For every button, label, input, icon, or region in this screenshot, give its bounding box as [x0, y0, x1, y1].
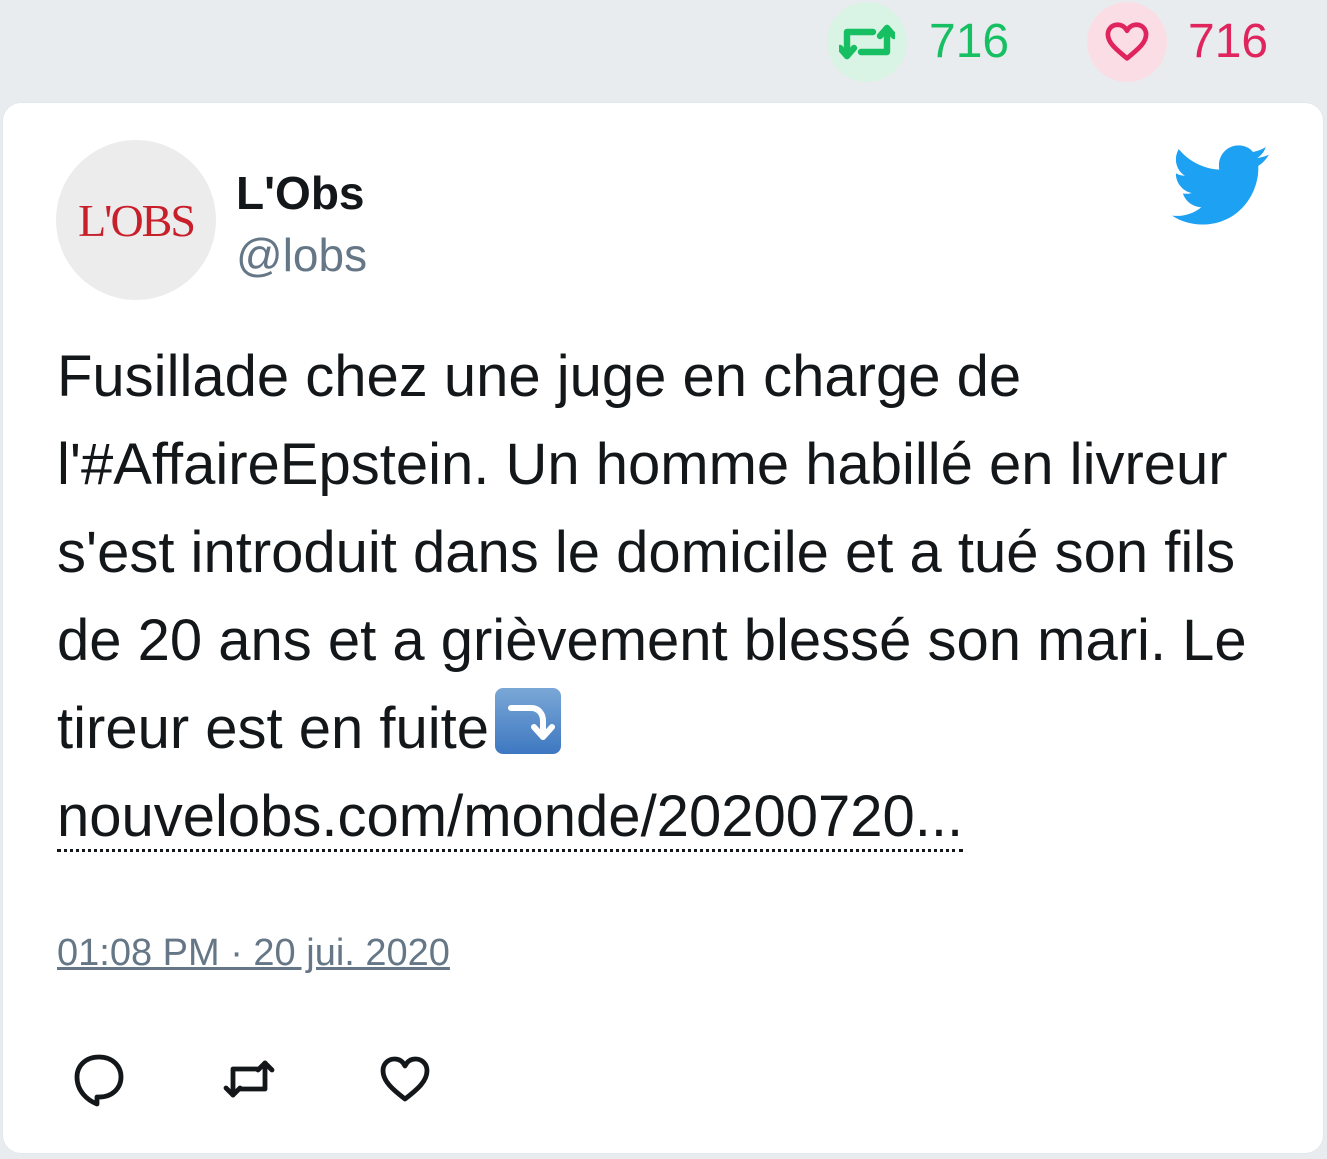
engagement-stats: 716 716	[0, 0, 1327, 96]
reply-icon[interactable]	[71, 1051, 127, 1107]
tweet-body: Fusillade chez une juge en charge de l'#…	[57, 344, 1247, 761]
like-count: 716	[1188, 15, 1269, 68]
heart-icon[interactable]	[377, 1051, 433, 1107]
avatar-logo: L'OBS	[78, 194, 196, 246]
tweet-text: Fusillade chez une juge en charge de l'#…	[57, 333, 1297, 861]
tweet-card: L'OBS L'Obs @lobs Fusillade chez une jug…	[3, 103, 1323, 1153]
arrow-curving-down-icon	[495, 688, 561, 754]
user-handle[interactable]: @lobs	[236, 227, 367, 283]
retweet-icon[interactable]	[221, 1051, 277, 1107]
avatar[interactable]: L'OBS	[56, 140, 216, 300]
display-name[interactable]: L'Obs	[236, 165, 365, 221]
retweet-stat-icon	[827, 2, 907, 82]
tweet-link[interactable]: nouvelobs.com/monde/20200720...	[57, 785, 964, 852]
twitter-bird-icon[interactable]	[1171, 145, 1271, 227]
heart-stat-icon	[1087, 2, 1167, 82]
tweet-timestamp[interactable]: 01:08 PM · 20 jui. 2020	[57, 929, 450, 977]
retweet-count: 716	[929, 15, 1010, 68]
